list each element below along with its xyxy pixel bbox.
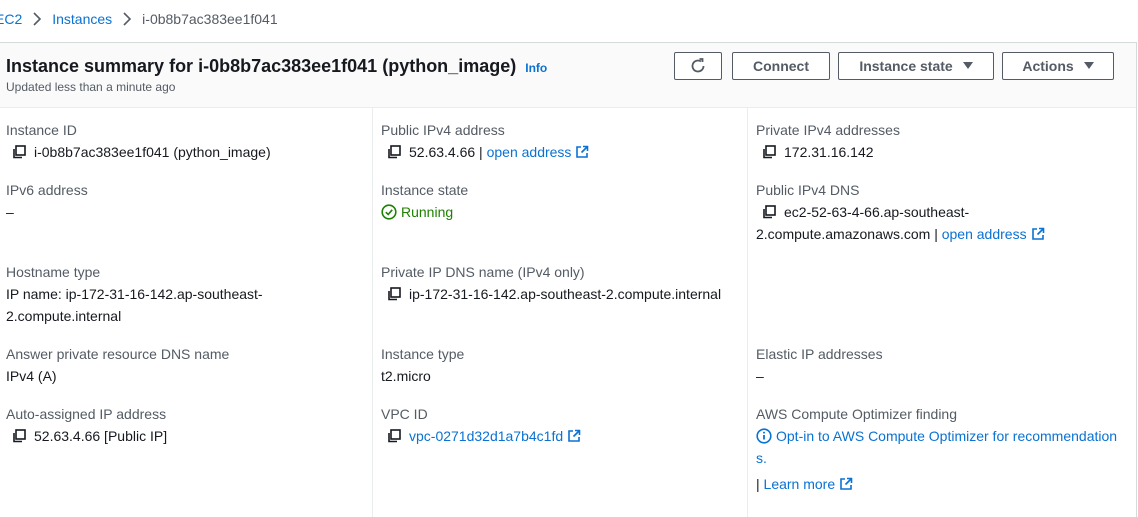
breadcrumb: EC2 Instances i-0b8b7ac383ee1f041 — [0, 0, 1138, 38]
field-value: i-0b8b7ac383ee1f041 (python_image) — [6, 141, 271, 163]
field-label: IPv6 address — [6, 182, 88, 198]
field-label: Public IPv4 address — [381, 122, 505, 138]
details-column-1: Instance ID i-0b8b7ac383ee1f041 (python_… — [0, 107, 373, 517]
panel-header: Instance summary for i-0b8b7ac383ee1f041… — [0, 43, 1136, 108]
instance-summary-panel: Instance summary for i-0b8b7ac383ee1f041… — [0, 42, 1137, 517]
public-dns-value: ec2-52-63-4-66.ap-southeast-2.compute.am… — [756, 204, 970, 242]
field-label: Answer private resource DNS name — [6, 346, 230, 362]
open-address-link[interactable]: open address — [487, 144, 572, 160]
actions-dropdown[interactable]: Actions — [1002, 52, 1114, 80]
private-ipv4-value: 172.31.16.142 — [784, 144, 874, 160]
page-title: Instance summary for i-0b8b7ac383ee1f041… — [6, 56, 547, 77]
caret-down-icon — [1083, 62, 1094, 70]
field-value: 52.63.4.66 | open address — [381, 141, 589, 163]
learn-more-link[interactable]: Learn more — [764, 476, 836, 492]
chevron-right-icon — [122, 12, 132, 26]
elastic-ip-value: – — [756, 368, 764, 384]
field-value: 172.31.16.142 — [756, 141, 900, 163]
field-value: ec2-52-63-4-66.ap-southeast-2.compute.am… — [756, 201, 1068, 245]
public-dns-field: Public IPv4 DNS ec2-52-63-4-66.ap-southe… — [756, 179, 1068, 245]
details-column-3: Private IPv4 addresses 172.31.16.142 Pub… — [748, 107, 1136, 517]
last-updated-text: Updated less than a minute ago — [6, 80, 176, 94]
connect-button-label: Connect — [753, 58, 809, 74]
copy-icon[interactable] — [12, 145, 26, 159]
page-title-text: Instance summary for i-0b8b7ac383ee1f041… — [6, 56, 517, 76]
copy-icon[interactable] — [762, 145, 776, 159]
field-value: vpc-0271d32d1a7b4c1fd — [381, 425, 581, 447]
private-ipv4-field: Private IPv4 addresses 172.31.16.142 — [756, 119, 900, 163]
field-label: Public IPv4 DNS — [756, 182, 860, 198]
chevron-right-icon — [32, 12, 42, 26]
optimizer-field: AWS Compute Optimizer finding Opt-in to … — [756, 403, 1118, 495]
field-label: Instance state — [381, 182, 469, 198]
auto-ip-field: Auto-assigned IP address 52.63.4.66 [Pub… — [6, 403, 167, 447]
auto-ip-value: 52.63.4.66 [Public IP] — [34, 428, 168, 444]
field-value: 52.63.4.66 [Public IP] — [6, 425, 167, 447]
copy-icon[interactable] — [387, 145, 401, 159]
field-value: ip-172-31-16-142.ap-southeast-2.compute.… — [381, 283, 721, 305]
open-address-link[interactable]: open address — [942, 226, 1027, 242]
public-ipv4-field: Public IPv4 address 52.63.4.66 | open ad… — [381, 119, 589, 163]
instance-state-field: Instance state Running — [381, 179, 468, 223]
field-label: AWS Compute Optimizer finding — [756, 406, 957, 422]
optimizer-opt-in-text: Opt-in to AWS Compute Optimizer for reco… — [756, 428, 1118, 466]
connect-button[interactable]: Connect — [732, 52, 830, 80]
field-label: VPC ID — [381, 406, 428, 422]
instance-state-dropdown[interactable]: Instance state — [838, 52, 994, 80]
copy-icon[interactable] — [387, 287, 401, 301]
field-label: Private IPv4 addresses — [756, 122, 900, 138]
field-label: Elastic IP addresses — [756, 346, 883, 362]
copy-icon[interactable] — [387, 429, 401, 443]
external-link-icon[interactable] — [839, 477, 853, 491]
separator: | — [756, 476, 760, 492]
optimizer-opt-in-link[interactable]: Opt-in to AWS Compute Optimizer for reco… — [756, 425, 1118, 469]
hostname-type-field: Hostname type IP name: ip-172-31-16-142.… — [6, 261, 296, 327]
check-circle-icon — [381, 204, 397, 220]
answer-dns-value: IPv4 (A) — [6, 368, 57, 384]
field-label: Instance ID — [6, 122, 77, 138]
details-column-2: Public IPv4 address 52.63.4.66 | open ad… — [373, 107, 748, 517]
caret-down-icon — [962, 62, 973, 70]
field-label: Auto-assigned IP address — [6, 406, 167, 422]
external-link-icon[interactable] — [575, 145, 589, 159]
vpc-id-field: VPC ID vpc-0271d32d1a7b4c1fd — [381, 403, 581, 447]
instance-state-label: Instance state — [859, 58, 953, 74]
instance-id-value: i-0b8b7ac383ee1f041 (python_image) — [34, 144, 271, 160]
actions-label: Actions — [1022, 58, 1074, 74]
field-label: Instance type — [381, 346, 465, 362]
learn-more-row: | Learn more — [756, 473, 1118, 495]
public-ipv4-value: 52.63.4.66 | — [409, 144, 483, 160]
private-dns-value: ip-172-31-16-142.ap-southeast-2.compute.… — [409, 286, 722, 302]
refresh-icon — [691, 58, 705, 73]
copy-icon[interactable] — [12, 429, 26, 443]
elastic-ip-field: Elastic IP addresses – — [756, 343, 883, 387]
breadcrumb-current: i-0b8b7ac383ee1f041 — [142, 11, 278, 27]
instance-type-value: t2.micro — [381, 368, 431, 384]
refresh-button[interactable] — [674, 52, 722, 80]
answer-dns-field: Answer private resource DNS name IPv4 (A… — [6, 343, 229, 387]
private-dns-field: Private IP DNS name (IPv4 only) ip-172-3… — [381, 261, 721, 305]
breadcrumb-instances-link[interactable]: Instances — [52, 11, 112, 27]
breadcrumb-ec2-link[interactable]: EC2 — [0, 11, 22, 27]
copy-icon[interactable] — [762, 205, 776, 219]
info-circle-icon — [756, 428, 772, 444]
hostname-type-value: IP name: ip-172-31-16-142.ap-southeast-2… — [6, 286, 263, 324]
instance-state-value: Running — [401, 204, 454, 220]
field-label: Private IP DNS name (IPv4 only) — [381, 264, 585, 280]
instance-type-field: Instance type t2.micro — [381, 343, 464, 387]
info-link[interactable]: Info — [525, 61, 547, 75]
status-badge: Running — [381, 201, 468, 223]
external-link-icon[interactable] — [567, 429, 581, 443]
ipv6-field: IPv6 address – — [6, 179, 88, 223]
instance-id-field: Instance ID i-0b8b7ac383ee1f041 (python_… — [6, 119, 271, 163]
field-label: Hostname type — [6, 264, 101, 280]
external-link-icon[interactable] — [1031, 227, 1045, 241]
ipv6-value: – — [6, 204, 14, 220]
vpc-id-link[interactable]: vpc-0271d32d1a7b4c1fd — [409, 428, 563, 444]
